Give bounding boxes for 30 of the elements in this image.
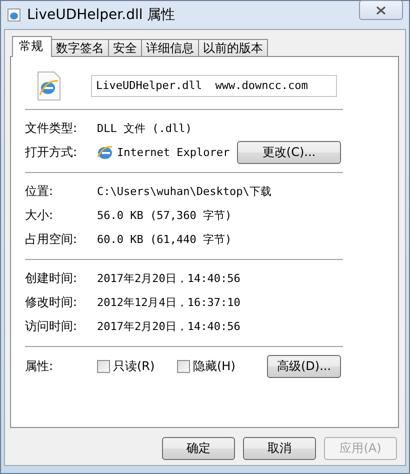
field-label: 访问时间: <box>25 318 78 334</box>
checkbox-label[interactable]: 只读(R) <box>113 358 155 374</box>
window-title: LiveUDHelper.dll 属性 <box>27 6 176 24</box>
field-value: C:\Users\wuhan\Desktop\下载 <box>97 184 272 198</box>
field-value: 60.0 KB (61,440 字节) <box>97 232 232 246</box>
tab[interactable]: 详细信息 <box>141 39 199 56</box>
field-label: 属性: <box>25 358 54 374</box>
field-label: 大小: <box>25 206 54 224</box>
file-name-field[interactable]: LiveUDHelper.dll www.downcc.com <box>91 75 337 97</box>
field-label: 位置: <box>25 182 54 200</box>
field-label: 创建时间: <box>25 270 78 286</box>
field-value: 2017年2月20日，14:40:56 <box>97 270 240 286</box>
tab[interactable]: 数字签名 <box>51 39 109 56</box>
field-label: 修改时间: <box>25 294 78 310</box>
field-label: 文件类型: <box>25 120 78 136</box>
field-label: 打开方式: <box>25 144 78 160</box>
dialog-button[interactable]: 确定 <box>162 437 235 460</box>
field-value: 2017年2月20日，14:40:56 <box>97 318 240 334</box>
change-button[interactable]: 更改(C)... <box>237 140 341 164</box>
field-value: 56.0 KB (57,360 字节) <box>97 208 232 222</box>
field-value: DLL 文件 (.dll) <box>97 120 192 136</box>
dialog-button[interactable]: 取消 <box>243 437 316 460</box>
tab[interactable]: 安全 <box>108 39 142 56</box>
tab[interactable]: 以前的版本 <box>198 39 268 56</box>
app-name: Internet Explorer <box>117 146 230 158</box>
checkbox-label[interactable]: 隐藏(H) <box>193 358 236 374</box>
field-label: 占用空间: <box>25 230 78 248</box>
tab[interactable]: 常规 <box>12 36 52 57</box>
advanced-button[interactable]: 高级(D)... <box>267 354 341 378</box>
field-value: 2012年12月4日，16:37:10 <box>97 294 240 310</box>
